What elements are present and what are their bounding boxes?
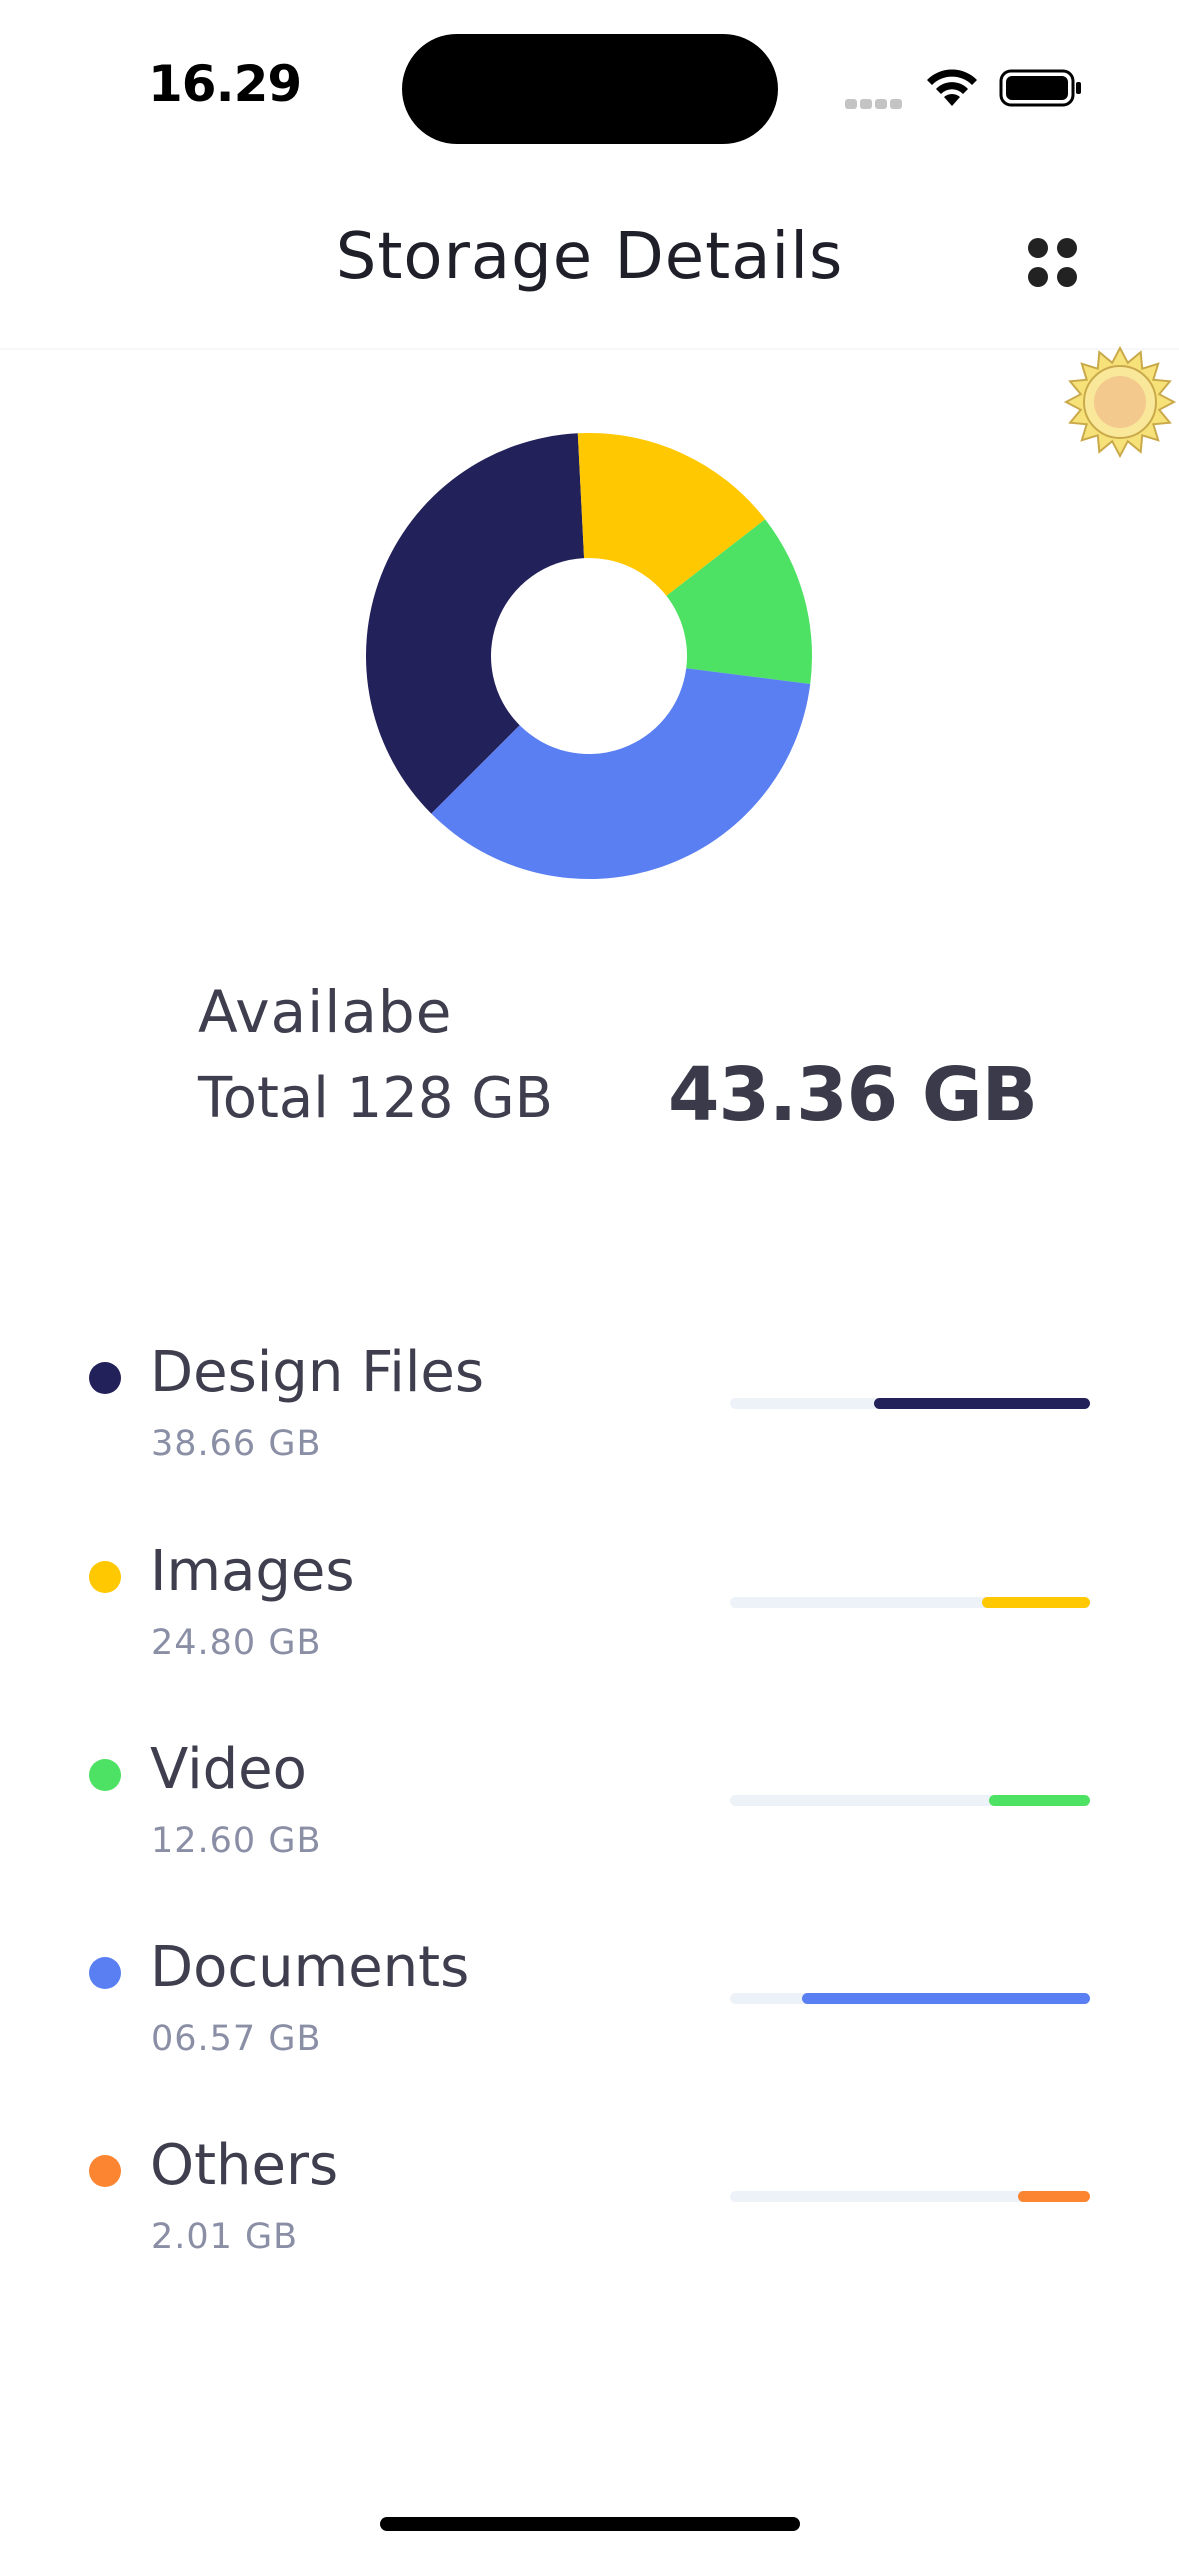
item-size: 06.57 GB [151, 2019, 322, 2059]
header: Storage Details [0, 170, 1179, 350]
usage-bar [730, 1398, 1090, 1409]
total-capacity-label: Total 128 GB [198, 1066, 554, 1131]
item-name: Video [150, 1737, 307, 1802]
others-dot-icon [89, 2155, 121, 2187]
usage-bar-fill [989, 1795, 1090, 1806]
usage-bar-fill [874, 1398, 1090, 1409]
usage-bar [730, 1993, 1090, 2004]
item-size: 24.80 GB [151, 1623, 322, 1663]
status-time: 16.29 [148, 55, 302, 113]
status-bar: 16.29 [0, 0, 1179, 170]
item-size: 2.01 GB [151, 2217, 299, 2257]
storage-item-images[interactable]: Images 24.80 GB [0, 1539, 1179, 1689]
images-dot-icon [89, 1561, 121, 1593]
dynamic-island [402, 34, 778, 144]
battery-icon [999, 69, 1081, 107]
available-value: 43.36 GB [668, 1052, 1038, 1138]
video-dot-icon [89, 1759, 121, 1791]
usage-bar-fill [982, 1597, 1090, 1608]
cellular-signal-icon [845, 94, 905, 109]
storage-item-design-files[interactable]: Design Files 38.66 GB [0, 1340, 1179, 1490]
menu-button[interactable] [1015, 225, 1085, 295]
item-size: 12.60 GB [151, 1821, 322, 1861]
item-name: Images [150, 1539, 355, 1604]
storage-donut-chart [366, 433, 812, 879]
usage-bar-fill [1018, 2191, 1090, 2202]
usage-bar-fill [802, 1993, 1090, 2004]
four-dots-grid-icon [1028, 238, 1048, 258]
home-indicator[interactable] [380, 2517, 800, 2531]
storage-item-video[interactable]: Video 12.60 GB [0, 1737, 1179, 1887]
item-name: Documents [150, 1935, 470, 2000]
available-label: Availabe [198, 978, 453, 1046]
wifi-icon [927, 69, 977, 106]
usage-bar [730, 1597, 1090, 1608]
storage-item-documents[interactable]: Documents 06.57 GB [0, 1935, 1179, 2085]
item-size: 38.66 GB [151, 1424, 322, 1464]
design-files-dot-icon [89, 1362, 121, 1394]
usage-bar [730, 1795, 1090, 1806]
storage-item-others[interactable]: Others 2.01 GB [0, 2133, 1179, 2283]
item-name: Others [150, 2133, 339, 2198]
item-name: Design Files [150, 1340, 485, 1405]
page-title: Storage Details [335, 220, 844, 294]
documents-dot-icon [89, 1957, 121, 1989]
usage-bar [730, 2191, 1090, 2202]
sun-icon[interactable] [1063, 345, 1177, 459]
